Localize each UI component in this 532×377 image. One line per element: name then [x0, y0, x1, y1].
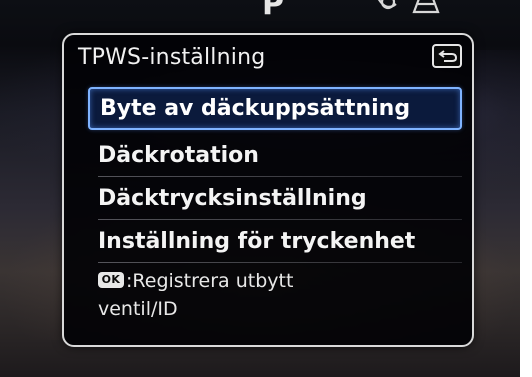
menu-item-label: Inställning för tryckenhet [98, 229, 416, 254]
hint-text: OK:Registrera utbytt ventil/ID [98, 267, 458, 323]
panel-title: TPWS-inställning [78, 45, 266, 70]
menu-item-label: Däckrotation [98, 143, 259, 168]
tpws-settings-panel: TPWS-inställning Byte av däckuppsättning… [62, 33, 474, 347]
settings-menu: Byte av däckuppsättning Däckrotation Däc… [88, 87, 462, 263]
menu-item-label: Byte av däckuppsättning [100, 96, 411, 121]
menu-item-label: Däcktrycksinställning [98, 186, 367, 211]
instrument-display: P TPWS-inställning Byte av däckuppsättni… [0, 0, 520, 377]
status-bar: P [0, 0, 520, 30]
menu-item-pressure-unit-setting[interactable]: Inställning för tryckenhet [88, 220, 462, 263]
tire-pressure-warning-icon [374, 0, 454, 20]
return-arrow-icon [438, 50, 458, 62]
gear-indicator: P [262, 0, 284, 22]
menu-item-tire-pressure-setting[interactable]: Däcktrycksinställning [88, 177, 462, 220]
menu-item-tire-rotation[interactable]: Däckrotation [88, 134, 462, 177]
ok-button-icon: OK [98, 271, 124, 288]
menu-divider [98, 262, 462, 263]
hint-line-1: OK:Registrera utbytt [98, 267, 458, 295]
back-button[interactable] [432, 44, 462, 68]
panel-header: TPWS-inställning [64, 35, 472, 85]
hint-register-text: :Registrera utbytt [126, 270, 294, 292]
hint-line-2: ventil/ID [98, 298, 178, 320]
menu-item-tire-set-change[interactable]: Byte av däckuppsättning [88, 87, 462, 130]
